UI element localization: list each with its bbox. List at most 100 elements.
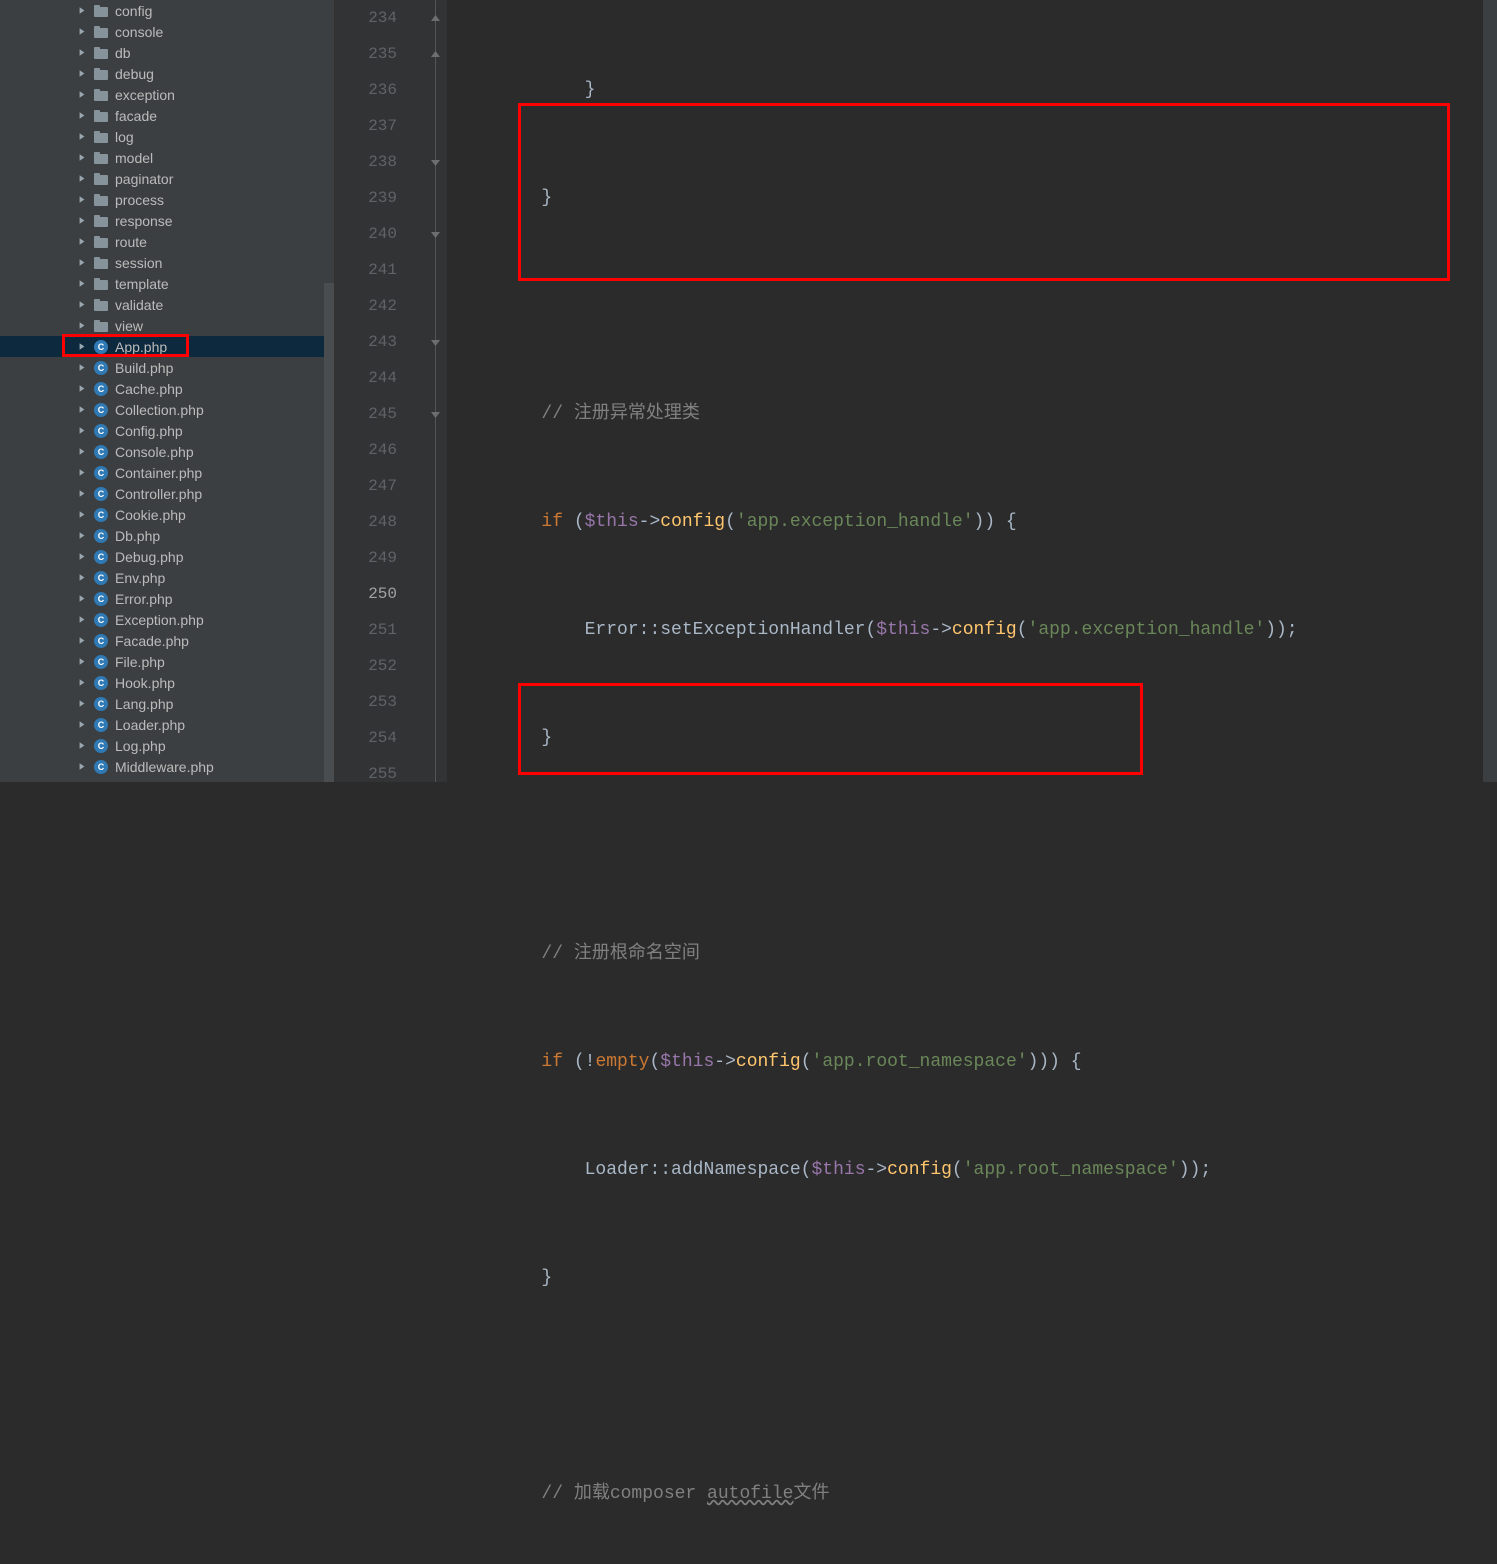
expand-caret-icon[interactable] xyxy=(78,511,86,519)
expand-caret-icon[interactable] xyxy=(78,133,86,141)
expand-caret-icon[interactable] xyxy=(78,112,86,120)
expand-caret-icon[interactable] xyxy=(78,301,86,309)
expand-caret-icon[interactable] xyxy=(78,385,86,393)
line-number[interactable]: 241 xyxy=(335,252,397,288)
expand-caret-icon[interactable] xyxy=(78,490,86,498)
expand-caret-icon[interactable] xyxy=(78,28,86,36)
expand-caret-icon[interactable] xyxy=(78,364,86,372)
tree-folder-item[interactable]: route xyxy=(0,231,334,252)
expand-caret-icon[interactable] xyxy=(78,616,86,624)
tree-file-item[interactable]: CCookie.php xyxy=(0,504,334,525)
code-area[interactable]: } } // 注册异常处理类 if ($this->config('app.ex… xyxy=(447,0,1483,782)
expand-caret-icon[interactable] xyxy=(78,574,86,582)
fold-gutter[interactable] xyxy=(427,0,447,782)
tree-file-item[interactable]: CFile.php xyxy=(0,651,334,672)
tree-file-item[interactable]: CEnv.php xyxy=(0,567,334,588)
line-number[interactable]: 255 xyxy=(335,756,397,792)
tree-folder-item[interactable]: facade xyxy=(0,105,334,126)
tree-file-item[interactable]: CConsole.php xyxy=(0,441,334,462)
expand-caret-icon[interactable] xyxy=(78,448,86,456)
tree-folder-item[interactable]: db xyxy=(0,42,334,63)
tree-file-item[interactable]: CConfig.php xyxy=(0,420,334,441)
tree-file-item[interactable]: CLang.php xyxy=(0,693,334,714)
tree-folder-item[interactable]: config xyxy=(0,0,334,21)
code-editor[interactable]: 2342352362372382392402412422432442452462… xyxy=(335,0,1497,782)
tree-folder-item[interactable]: debug xyxy=(0,63,334,84)
line-number[interactable]: 251 xyxy=(335,612,397,648)
fold-expand-icon[interactable] xyxy=(428,227,443,242)
tree-file-item[interactable]: CLog.php xyxy=(0,735,334,756)
expand-caret-icon[interactable] xyxy=(78,322,86,330)
line-number[interactable]: 244 xyxy=(335,360,397,396)
fold-expand-icon[interactable] xyxy=(428,407,443,422)
fold-collapse-icon[interactable] xyxy=(428,11,443,26)
line-number[interactable]: 239 xyxy=(335,180,397,216)
tree-folder-item[interactable]: view xyxy=(0,315,334,336)
project-tree[interactable]: configconsoledbdebugexceptionfacadelogmo… xyxy=(0,0,335,782)
tree-file-item[interactable]: CHook.php xyxy=(0,672,334,693)
line-number[interactable]: 245 xyxy=(335,396,397,432)
sidebar-scrollbar[interactable] xyxy=(324,283,334,782)
line-number[interactable]: 246 xyxy=(335,432,397,468)
tree-folder-item[interactable]: response xyxy=(0,210,334,231)
line-number[interactable]: 250 xyxy=(335,576,397,612)
line-number[interactable]: 243 xyxy=(335,324,397,360)
tree-folder-item[interactable]: template xyxy=(0,273,334,294)
expand-caret-icon[interactable] xyxy=(78,406,86,414)
line-number[interactable]: 236 xyxy=(335,72,397,108)
expand-caret-icon[interactable] xyxy=(78,658,86,666)
expand-caret-icon[interactable] xyxy=(78,595,86,603)
line-number[interactable]: 237 xyxy=(335,108,397,144)
fold-collapse-icon[interactable] xyxy=(428,47,443,62)
expand-caret-icon[interactable] xyxy=(78,763,86,771)
tree-file-item[interactable]: CCache.php xyxy=(0,378,334,399)
expand-caret-icon[interactable] xyxy=(78,280,86,288)
line-number[interactable]: 248 xyxy=(335,504,397,540)
line-number[interactable]: 253 xyxy=(335,684,397,720)
expand-caret-icon[interactable] xyxy=(78,679,86,687)
tree-file-item[interactable]: CDebug.php xyxy=(0,546,334,567)
tree-file-item[interactable]: CFacade.php xyxy=(0,630,334,651)
tree-folder-item[interactable]: process xyxy=(0,189,334,210)
tree-folder-item[interactable]: console xyxy=(0,21,334,42)
tree-folder-item[interactable]: exception xyxy=(0,84,334,105)
tree-file-item[interactable]: CLoader.php xyxy=(0,714,334,735)
expand-caret-icon[interactable] xyxy=(78,742,86,750)
tree-folder-item[interactable]: model xyxy=(0,147,334,168)
tree-file-item[interactable]: CCollection.php xyxy=(0,399,334,420)
expand-caret-icon[interactable] xyxy=(78,427,86,435)
line-number[interactable]: 238 xyxy=(335,144,397,180)
expand-caret-icon[interactable] xyxy=(78,217,86,225)
expand-caret-icon[interactable] xyxy=(78,91,86,99)
fold-expand-icon[interactable] xyxy=(428,155,443,170)
expand-caret-icon[interactable] xyxy=(78,49,86,57)
expand-caret-icon[interactable] xyxy=(78,7,86,15)
line-number[interactable]: 242 xyxy=(335,288,397,324)
tree-folder-item[interactable]: log xyxy=(0,126,334,147)
tree-file-item[interactable]: CBuild.php xyxy=(0,357,334,378)
expand-caret-icon[interactable] xyxy=(78,721,86,729)
expand-caret-icon[interactable] xyxy=(78,637,86,645)
line-number[interactable]: 240 xyxy=(335,216,397,252)
line-number[interactable]: 247 xyxy=(335,468,397,504)
expand-caret-icon[interactable] xyxy=(78,532,86,540)
tree-file-item[interactable]: CController.php xyxy=(0,483,334,504)
editor-marker-strip[interactable] xyxy=(1483,0,1497,782)
expand-caret-icon[interactable] xyxy=(78,259,86,267)
line-number[interactable]: 235 xyxy=(335,36,397,72)
line-number[interactable]: 234 xyxy=(335,0,397,36)
line-number[interactable]: 254 xyxy=(335,720,397,756)
tree-file-item[interactable]: CError.php xyxy=(0,588,334,609)
expand-caret-icon[interactable] xyxy=(78,175,86,183)
tree-folder-item[interactable]: validate xyxy=(0,294,334,315)
expand-caret-icon[interactable] xyxy=(78,343,86,351)
tree-folder-item[interactable]: paginator xyxy=(0,168,334,189)
line-number[interactable]: 252 xyxy=(335,648,397,684)
expand-caret-icon[interactable] xyxy=(78,238,86,246)
tree-file-item[interactable]: CMiddleware.php xyxy=(0,756,334,777)
expand-caret-icon[interactable] xyxy=(78,700,86,708)
fold-expand-icon[interactable] xyxy=(428,335,443,350)
expand-caret-icon[interactable] xyxy=(78,196,86,204)
expand-caret-icon[interactable] xyxy=(78,553,86,561)
tree-file-item[interactable]: CDb.php xyxy=(0,525,334,546)
